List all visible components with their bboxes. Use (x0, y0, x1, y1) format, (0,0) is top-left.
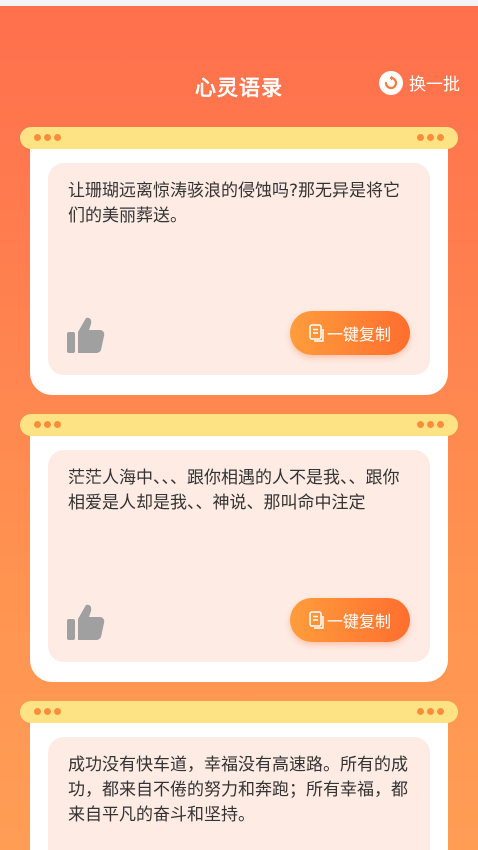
card-top-bar (20, 414, 458, 436)
thumbs-up-icon[interactable] (66, 315, 106, 355)
copy-icon (309, 324, 324, 342)
card-body: 茫茫人海中、、、跟你相遇的人不是我、、跟你相爱是人却是我、、神说、那叫命中注定 … (30, 424, 448, 682)
refresh-button[interactable]: 换一批 (379, 70, 460, 95)
quote-box: 茫茫人海中、、、跟你相遇的人不是我、、跟你相爱是人却是我、、神说、那叫命中注定 … (48, 450, 430, 662)
card-dots-right (417, 421, 444, 428)
quote-card: 让珊瑚远离惊涛骇浪的侵蚀吗?那无异是将它们的美丽葬送。 一键复制 (20, 127, 458, 397)
card-dots-left (34, 134, 61, 141)
card-dots-left (34, 708, 61, 715)
quote-box: 让珊瑚远离惊涛骇浪的侵蚀吗?那无异是将它们的美丽葬送。 一键复制 (48, 163, 430, 375)
card-top-bar (20, 127, 458, 149)
copy-label: 一键复制 (326, 325, 391, 344)
refresh-icon (379, 70, 403, 95)
quote-text: 成功没有快车道，幸福没有高速路。所有的成功，都来自不倦的努力和奔跑；所有幸福，都… (68, 755, 408, 825)
quote-card: 成功没有快车道，幸福没有高速路。所有的成功，都来自不倦的努力和奔跑；所有幸福，都… (20, 701, 458, 850)
thumbs-up-icon[interactable] (66, 602, 106, 642)
card-body: 成功没有快车道，幸福没有高速路。所有的成功，都来自不倦的努力和奔跑；所有幸福，都… (30, 711, 448, 850)
copy-icon (309, 611, 324, 629)
quote-card: 茫茫人海中、、、跟你相遇的人不是我、、跟你相爱是人却是我、、神说、那叫命中注定 … (20, 414, 458, 684)
status-strip (0, 0, 478, 6)
copy-label: 一键复制 (326, 612, 391, 631)
card-dots-right (417, 708, 444, 715)
card-dots-right (417, 134, 444, 141)
quote-box: 成功没有快车道，幸福没有高速路。所有的成功，都来自不倦的努力和奔跑；所有幸福，都… (48, 737, 430, 850)
card-body: 让珊瑚远离惊涛骇浪的侵蚀吗?那无异是将它们的美丽葬送。 一键复制 (30, 137, 448, 395)
card-top-bar (20, 701, 458, 723)
copy-button[interactable]: 一键复制 (290, 598, 410, 642)
header: 心灵语录 换一批 (0, 60, 478, 110)
refresh-label: 换一批 (409, 75, 460, 95)
card-dots-left (34, 421, 61, 428)
quote-text: 让珊瑚远离惊涛骇浪的侵蚀吗?那无异是将它们的美丽葬送。 (68, 181, 401, 226)
quote-text: 茫茫人海中、、、跟你相遇的人不是我、、跟你相爱是人却是我、、神说、那叫命中注定 (68, 468, 400, 513)
copy-button[interactable]: 一键复制 (290, 311, 410, 355)
